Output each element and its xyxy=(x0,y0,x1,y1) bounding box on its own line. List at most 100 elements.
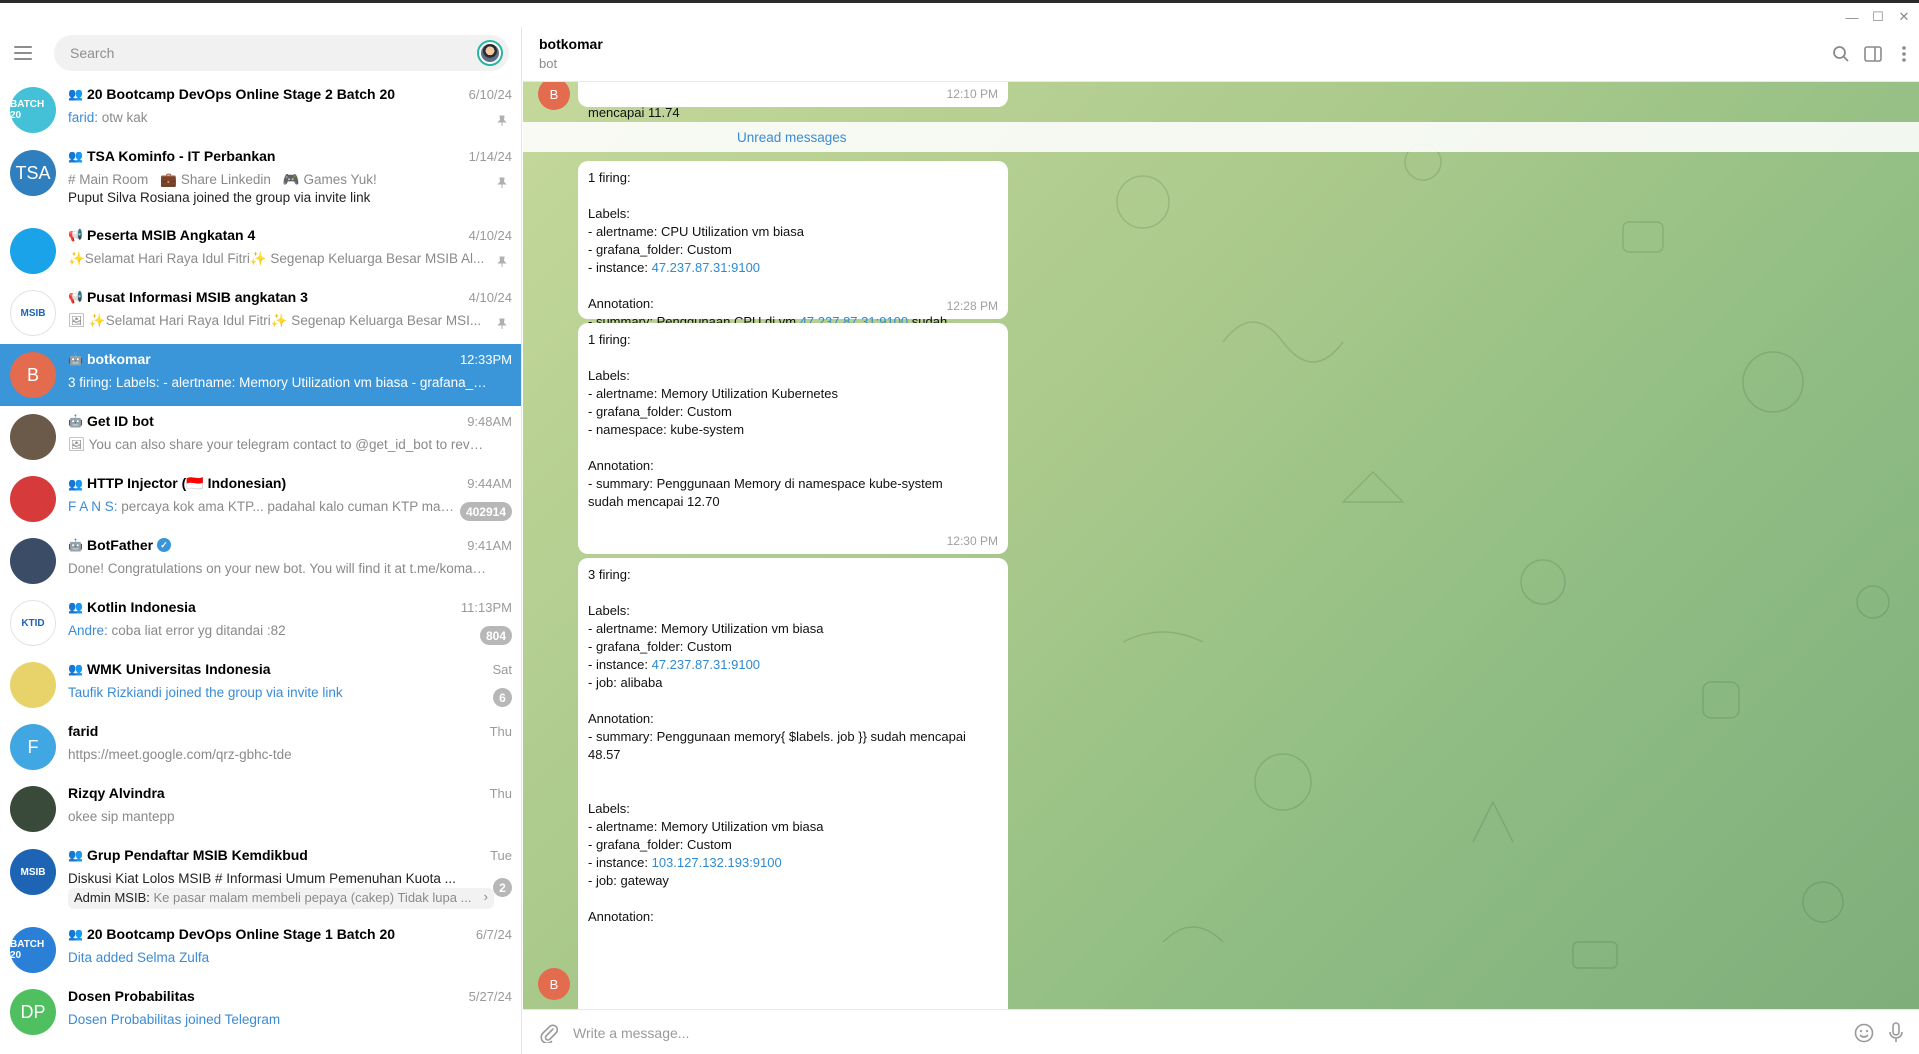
chat-list-item[interactable]: 🤖 Get ID bot 9:48AM 🖼 You can also share yo… xyxy=(0,406,521,468)
message-input[interactable] xyxy=(573,1022,1773,1044)
chat-list-item[interactable]: 📢 Peserta MSIB Angkatan 4 4/10/24 ✨Selamat … xyxy=(0,220,521,282)
chat-title: farid xyxy=(68,723,98,739)
chat-list-item[interactable]: Ffarid Thu https://meet.google.com/qrz-gbh… xyxy=(0,716,521,778)
more-vertical-icon[interactable] xyxy=(1891,41,1917,67)
chat-list-item[interactable]: BATCH 20 👥 20 Bootcamp DevOps Online Stage… xyxy=(0,79,521,141)
avatar xyxy=(10,476,56,522)
chat-title: 👥 TSA Kominfo - IT Perbankan xyxy=(68,148,275,164)
chat-title: 👥 Kotlin Indonesia xyxy=(68,599,196,615)
message-area[interactable]: B mencapai 11.74 12:10 PM Unread message… xyxy=(523,82,1919,1009)
chat-preview: 3 firing: Labels: - alertname: Memory Ut… xyxy=(68,375,488,390)
chat-time: 12:33PM xyxy=(459,352,512,367)
chat-list-item[interactable]: MSIB 📢 Pusat Informasi MSIB angkatan 3 4/10… xyxy=(0,282,521,344)
chat-header-subtitle: bot xyxy=(539,56,558,71)
chat-title-text: botkomar xyxy=(86,351,151,367)
chat-preview: F A N S: percaya kok ama KTP... padahal … xyxy=(68,499,458,514)
chat-title: 👥 WMK Universitas Indonesia xyxy=(68,661,271,677)
avatar xyxy=(10,662,56,708)
group-type-icon: 👥 xyxy=(68,600,83,614)
chat-time: 11:13PM xyxy=(460,600,512,615)
chat-list-item[interactable]: 🤖 BotFather ✓ 9:41AM Done! Congratulations o… xyxy=(0,530,521,592)
topic-chip[interactable]: # Main Room xyxy=(68,172,148,187)
chat-title: 👥 HTTP Injector (🇮🇩 Indonesian) xyxy=(68,475,286,492)
search-input[interactable] xyxy=(70,45,450,61)
chat-preview: Dita added Selma Zulfa xyxy=(68,950,488,965)
topic-preview-text: Ke pasar malam membeli pepaya (cakep) Ti… xyxy=(153,890,472,905)
topic-preview[interactable]: Admin MSIB: Ke pasar malam membeli pepay… xyxy=(68,888,494,909)
chat-list-item[interactable]: Rizqy Alvindra Thu okee sip mantepp xyxy=(0,778,521,840)
avatar: KTID xyxy=(10,600,56,646)
message-text: - job: alibaba Annotation: - summary: Pe… xyxy=(588,675,966,870)
chat-header: botkomar bot xyxy=(523,27,1919,82)
chat-title: Dosen Probabilitas xyxy=(68,988,195,1004)
chat-preview: Puput Silva Rosiana joined the group via… xyxy=(68,190,371,205)
preview-text: 3 firing: Labels: - alertname: Memory Ut… xyxy=(68,375,488,390)
chat-sidebar: BATCH 20👥20 Bootcamp DevOps Online Stage… xyxy=(0,27,522,1054)
topic-list: # Main Room 💼 Share Linkedin 🎮 Games Yuk! xyxy=(68,172,488,188)
message-time: 12:28 PM xyxy=(946,299,998,313)
chat-time: 9:41AM xyxy=(467,538,512,553)
preview-text: otw kak xyxy=(101,110,148,125)
message-bubble[interactable]: 1 firing: Labels: - alertname: CPU Utili… xyxy=(578,161,1008,347)
avatar: F xyxy=(10,724,56,770)
instance-link[interactable]: 47.237.87.31:9100 xyxy=(652,657,760,672)
chat-list-item[interactable]: MSIB 👥 Grup Pendaftar MSIB Kemdikbud Tue Dis… xyxy=(0,840,521,919)
story-avatar[interactable] xyxy=(477,40,503,66)
paperclip-icon[interactable] xyxy=(537,1021,561,1045)
bot-type-icon: 🤖 xyxy=(68,414,83,428)
preview-sender: farid xyxy=(68,110,95,125)
menu-icon[interactable] xyxy=(14,41,38,65)
unread-badge: 402914 xyxy=(459,502,512,521)
avatar: DP xyxy=(10,989,56,1035)
microphone-icon[interactable] xyxy=(1884,1021,1908,1045)
instance-link[interactable]: 47.237.87.31:9100 xyxy=(652,260,760,275)
emoji-icon[interactable] xyxy=(1852,1021,1876,1045)
chat-title-text: farid xyxy=(68,723,99,739)
sender-avatar[interactable]: B xyxy=(538,968,570,1000)
chat-preview: ✨Selamat Hari Raya Idul Fitri✨ Segenap K… xyxy=(68,251,488,267)
chat-list-item[interactable]: DP Dosen Probabilitas 5/27/24 Dosen Probabi… xyxy=(0,981,521,1043)
avatar: MSIB xyxy=(10,849,56,895)
close-window-button[interactable]: ✕ xyxy=(1894,9,1914,25)
minimize-button[interactable]: — xyxy=(1842,9,1862,25)
maximize-button[interactable]: ☐ xyxy=(1868,9,1888,25)
sidebar-toggle-icon[interactable] xyxy=(1860,41,1886,67)
chat-preview: https://meet.google.com/qrz-gbhc-tde xyxy=(68,747,488,762)
chat-list-item[interactable]: BATCH 20 👥 20 Bootcamp DevOps Online Stage… xyxy=(0,919,521,981)
chat-title-text: 20 Bootcamp DevOps Online Stage 1 Batch … xyxy=(86,926,396,942)
group-type-icon: 👥 xyxy=(68,662,83,676)
preview-text: percaya kok ama KTP... padahal kalo cuma… xyxy=(121,499,458,514)
chat-time: 5/27/24 xyxy=(468,989,512,1004)
chat-title-text: BotFather xyxy=(86,537,154,553)
message-bubble[interactable]: mencapai 11.74 12:10 PM xyxy=(578,82,1008,120)
group-type-icon: 👥 xyxy=(68,87,83,101)
bot-type-icon: 🤖 xyxy=(68,538,83,552)
chat-list-item[interactable]: TSA 👥 TSA Kominfo - IT Perbankan 1/14/24 # M… xyxy=(0,141,521,220)
avatar xyxy=(10,538,56,584)
message-text: - job: gateway Annotation: xyxy=(588,873,669,924)
chat-list-item[interactable]: 👥 WMK Universitas Indonesia Sat Taufik Rizk… xyxy=(0,654,521,716)
chevron-right-icon: › xyxy=(483,889,488,904)
chat-list-item[interactable]: B 🤖 botkomar 12:33PM 3 firing: Labels: - ale… xyxy=(0,344,521,406)
chat-title-text: Peserta MSIB Angkatan 4 xyxy=(86,227,256,243)
chat-title: 📢 Pusat Informasi MSIB angkatan 3 xyxy=(68,289,308,305)
window-titlebar: — ☐ ✕ xyxy=(0,0,1919,27)
topic-chip[interactable]: 🎮 Games Yuk! xyxy=(283,172,377,187)
instance-link[interactable]: 103.127.132.193:9100 xyxy=(652,855,782,870)
avatar: MSIB xyxy=(10,290,56,336)
chat-list-item[interactable]: KTID 👥 Kotlin Indonesia 11:13PM Andre: coba … xyxy=(0,592,521,654)
preview-sender: F A N S xyxy=(68,499,114,514)
search-icon[interactable] xyxy=(1828,41,1854,67)
chat-title-text: Grup Pendaftar MSIB Kemdikbud xyxy=(86,847,308,863)
compose-bar xyxy=(523,1009,1919,1054)
preview-text: Done! Congratulations on your new bot. Y… xyxy=(68,561,488,576)
chat-list-item[interactable]: 👥 HTTP Injector (🇮🇩 Indonesian) 9:44AM F A … xyxy=(0,468,521,530)
message-bubble[interactable]: 1 firing: Labels: - alertname: Memory Ut… xyxy=(578,323,1008,599)
message-bubble[interactable]: 3 firing: Labels: - alertname: Memory Ut… xyxy=(578,558,1008,1009)
chat-title-text: HTTP Injector (🇮🇩 Indonesian) xyxy=(86,475,287,491)
chat-header-title[interactable]: botkomar xyxy=(539,36,603,52)
chat-title-text: Rizqy Alvindra xyxy=(68,785,165,801)
topic-chip[interactable]: 💼 Share Linkedin xyxy=(160,172,271,187)
pin-icon xyxy=(496,318,508,333)
chat-preview: Done! Congratulations on your new bot. Y… xyxy=(68,561,488,576)
